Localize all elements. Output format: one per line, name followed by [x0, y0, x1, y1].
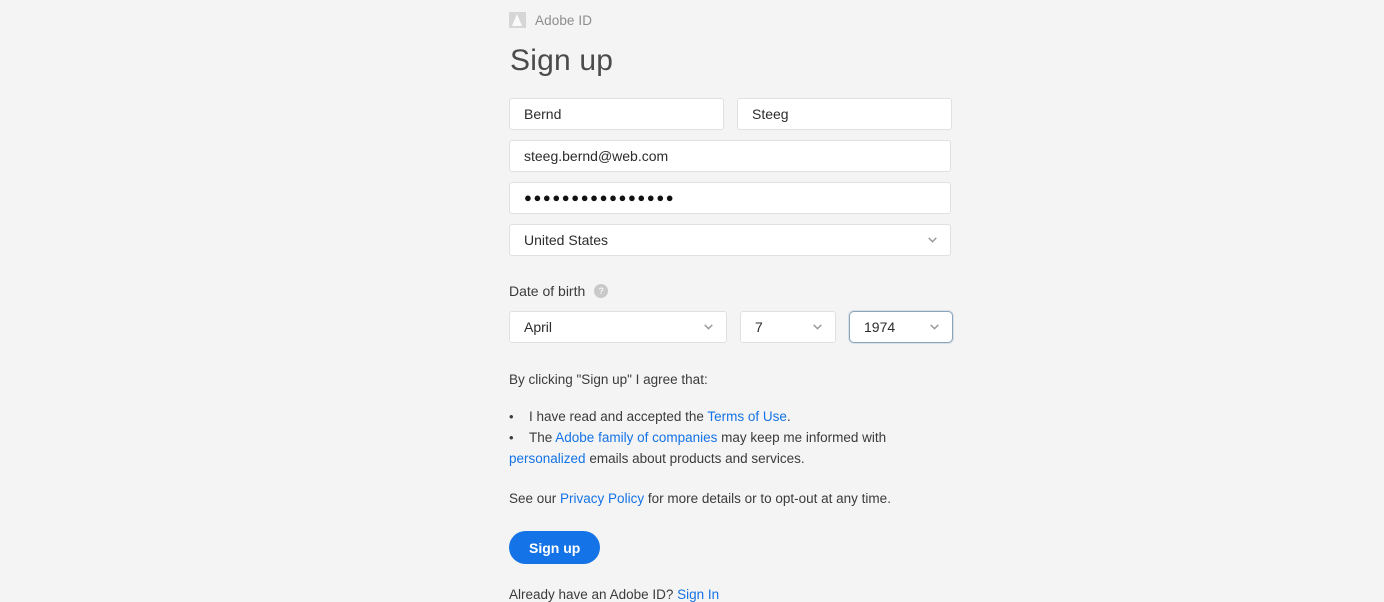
birth-year-value: 1974	[864, 318, 896, 335]
privacy-policy-line: See our Privacy Policy for more details …	[509, 490, 951, 509]
agreement-intro: By clicking "Sign up" I agree that:	[509, 371, 708, 387]
name-field-row: Bernd Steeg	[509, 97, 952, 130]
date-of-birth-row: April 7 1974	[509, 310, 953, 343]
password-field-row: ●●●●●●●●●●●●●●●●	[509, 181, 951, 214]
privacy-policy-link[interactable]: Privacy Policy	[560, 491, 644, 506]
adobe-logo-icon	[509, 12, 526, 28]
signup-page: Adobe ID Sign up Bernd Steeg steeg.bernd…	[0, 0, 1384, 602]
password-input[interactable]: ●●●●●●●●●●●●●●●●	[509, 181, 951, 214]
personalized-link[interactable]: personalized	[509, 451, 586, 466]
chevron-down-icon	[926, 233, 939, 246]
first-name-value: Bernd	[524, 105, 562, 122]
bullet1-text-after: .	[786, 409, 791, 425]
chevron-down-icon	[928, 320, 941, 333]
bullet2-text-middle: may keep me informed with	[717, 430, 887, 446]
birth-year-select[interactable]: 1974	[849, 310, 953, 343]
signin-link[interactable]: Sign In	[677, 587, 719, 602]
date-of-birth-label-row: Date of birth ?	[509, 283, 951, 299]
bullet-icon: •	[509, 409, 514, 425]
bullet2-text-after: emails about products and services.	[585, 451, 805, 467]
signin-prompt-text: Already have an Adobe ID?	[509, 587, 674, 602]
first-name-input[interactable]: Bernd	[509, 97, 724, 130]
country-value: United States	[524, 231, 609, 248]
page-title: Sign up	[510, 44, 614, 77]
bullet2-text-before: The	[529, 430, 556, 446]
birth-day-value: 7	[755, 318, 763, 335]
date-of-birth-label: Date of birth	[509, 282, 586, 299]
bullet1-text-before: I have read and accepted the	[529, 409, 708, 425]
birth-month-value: April	[524, 318, 553, 335]
password-value: ●●●●●●●●●●●●●●●●	[524, 190, 676, 205]
birth-month-select[interactable]: April	[509, 310, 727, 343]
signup-button[interactable]: Sign up	[509, 531, 601, 565]
country-select[interactable]: United States	[509, 223, 951, 256]
signup-form-column: Adobe ID Sign up Bernd Steeg steeg.bernd…	[509, 0, 953, 602]
adobe-family-link[interactable]: Adobe family of companies	[555, 430, 717, 445]
email-input[interactable]: steeg.bernd@web.com	[509, 139, 951, 172]
list-item: • The Adobe family of companies may keep …	[509, 428, 951, 470]
last-name-value: Steeg	[752, 105, 789, 122]
chevron-down-icon	[811, 320, 824, 333]
country-field-row: United States	[509, 223, 951, 256]
chevron-down-icon	[702, 320, 715, 333]
list-item: • I have read and accepted the Terms of U…	[509, 407, 951, 428]
terms-of-use-link[interactable]: Terms of Use	[707, 409, 787, 424]
privacy-text-before: See our	[509, 491, 561, 507]
birth-day-select[interactable]: 7	[740, 310, 836, 343]
brand-header: Adobe ID	[509, 0, 951, 35]
help-circle-icon[interactable]: ?	[594, 283, 609, 298]
signin-prompt-line: Already have an Adobe ID? Sign In	[509, 587, 951, 602]
bullet-icon: •	[509, 430, 514, 446]
last-name-input[interactable]: Steeg	[737, 97, 952, 130]
email-value: steeg.bernd@web.com	[524, 147, 669, 164]
privacy-text-after: for more details or to opt-out at any ti…	[644, 491, 891, 507]
agreement-bullet-list: • I have read and accepted the Terms of U…	[509, 407, 951, 470]
email-field-row: steeg.bernd@web.com	[509, 139, 951, 172]
brand-label: Adobe ID	[535, 12, 593, 28]
